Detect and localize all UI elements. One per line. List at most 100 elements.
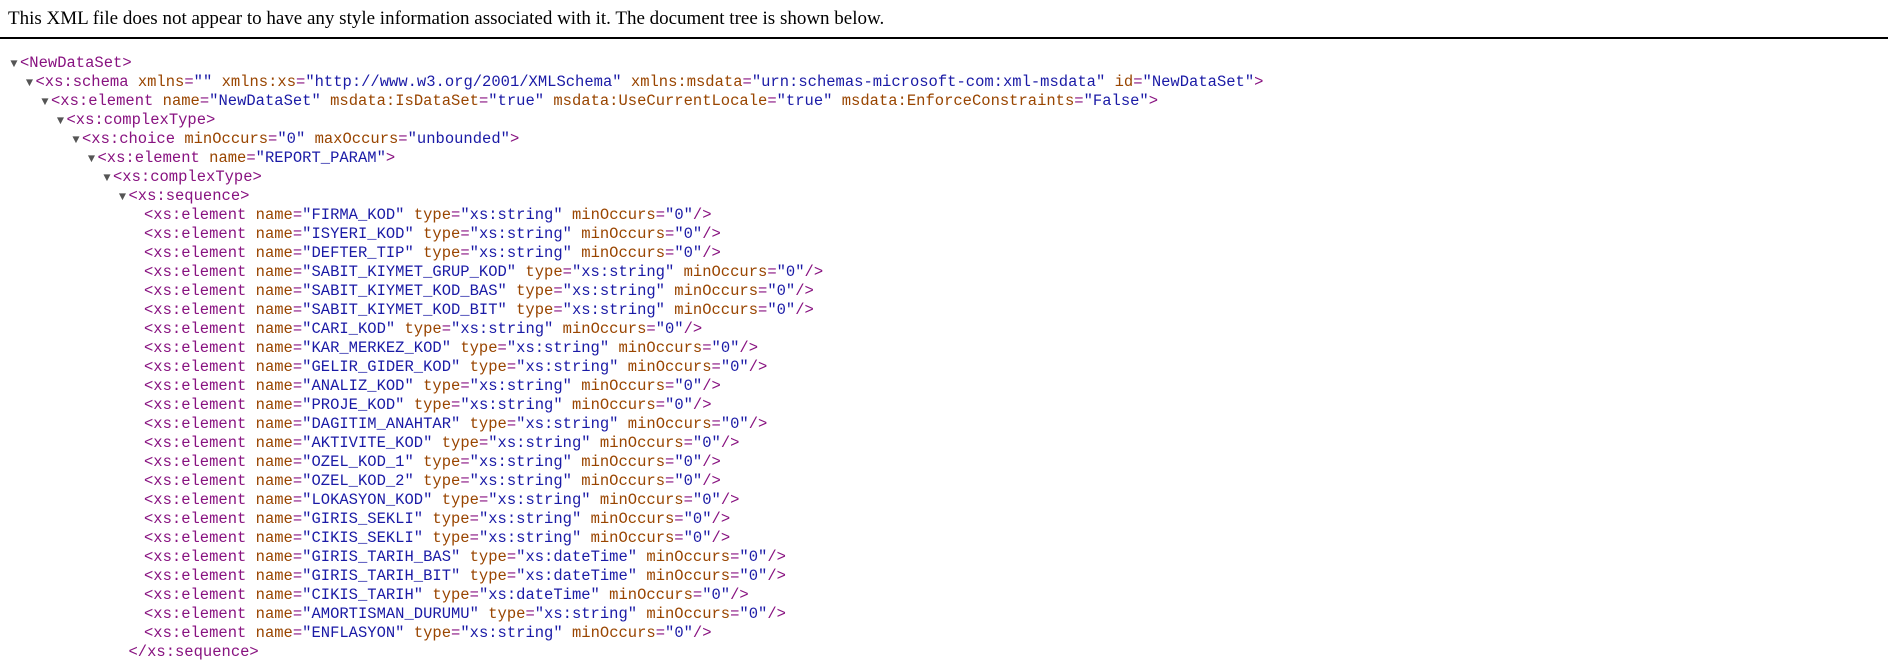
xml-attr-value: "0"	[674, 244, 703, 262]
xml-tag-name: <xs:element	[144, 301, 247, 319]
xml-attr-value: "0"	[683, 510, 712, 528]
xml-tree-line: <xs:element name="OZEL_KOD_1" type="xs:s…	[8, 453, 1263, 472]
xml-attr-name: minOccurs	[627, 415, 712, 433]
xml-equals: =	[562, 263, 572, 281]
xml-equals: =	[742, 73, 752, 91]
xml-attr-value: "GIRIS_TARIH_BAS"	[302, 548, 461, 566]
xml-attr-value: "0"	[739, 567, 768, 585]
xml-tag-close: />	[702, 453, 721, 471]
collapse-toggle-icon[interactable]: ▼	[39, 93, 51, 112]
xml-tag-name: <xs:element	[144, 548, 247, 566]
xml-attr-name: xmlns:xs	[221, 73, 296, 91]
xml-attr-value: "REPORT_PARAM"	[255, 149, 386, 167]
xml-tag-close: />	[748, 358, 768, 376]
xml-attr-value: "0"	[739, 548, 768, 566]
xml-tag-close: />	[804, 263, 824, 281]
xml-info-banner: This XML file does not appear to have an…	[0, 0, 1888, 39]
xml-attr-name: minOccurs	[562, 320, 647, 338]
xml-attr-value: "xs:dateTime"	[516, 548, 638, 566]
xml-equals: =	[665, 377, 675, 395]
xml-equals: =	[506, 358, 517, 376]
xml-attr-name: type	[469, 358, 507, 376]
xml-attr-value: "xs:string"	[469, 244, 572, 262]
collapse-toggle-icon[interactable]: ▼	[70, 131, 82, 150]
xml-equals: =	[451, 206, 461, 224]
xml-equals: =	[683, 491, 693, 509]
xml-equals: =	[292, 567, 303, 585]
xml-tag-close: />	[702, 472, 721, 490]
xml-attr-value: "NewDataSet"	[1142, 73, 1255, 91]
xml-attr-name: name	[255, 225, 293, 243]
xml-tree-line: <xs:element name="CIKIS_SEKLI" type="xs:…	[8, 529, 1263, 548]
xml-equals: =	[292, 586, 303, 604]
xml-attr-name: minOccurs	[683, 263, 768, 281]
collapse-toggle-icon[interactable]: ▼	[55, 112, 67, 131]
xml-attr-value: "0"	[655, 320, 684, 338]
xml-attr-name: msdata:IsDataSet	[330, 92, 479, 110]
xml-attr-value: "0"	[277, 130, 306, 148]
xml-equals: =	[292, 320, 303, 338]
xml-attr-name: minOccurs	[618, 339, 703, 357]
xml-tree-line: ▼ <xs:element name="REPORT_PARAM">	[8, 149, 1263, 168]
xml-equals: =	[292, 548, 303, 566]
xml-attr-name: name	[255, 244, 293, 262]
xml-attr-value: "GIRIS_TARIH_BIT"	[302, 567, 461, 585]
xml-tag-close: />	[795, 282, 814, 300]
xml-equals: =	[292, 415, 303, 433]
xml-attr-value: "xs:string"	[488, 491, 591, 509]
xml-tag-close: />	[711, 529, 731, 547]
xml-tag-name: <xs:element	[144, 225, 247, 243]
xml-equals: =	[292, 453, 303, 471]
xml-equals: =	[292, 301, 303, 319]
xml-tag-name: <xs:element	[144, 529, 247, 547]
xml-tree-line: <xs:element name="AMORTISMAN_DURUMU" typ…	[8, 605, 1263, 624]
xml-tree-line: <xs:element name="ANALIZ_KOD" type="xs:s…	[8, 377, 1263, 396]
xml-equals: =	[702, 339, 712, 357]
xml-attr-value: "xs:string"	[562, 282, 665, 300]
xml-tree-line: ▼ <xs:schema xmlns="" xmlns:xs="http://ww…	[8, 73, 1264, 93]
xml-attr-value: ""	[193, 73, 213, 91]
xml-tag-close: />	[739, 339, 759, 357]
xml-attr-name: id	[1114, 73, 1134, 91]
xml-attr-name: xmlns	[137, 73, 185, 91]
xml-attr-value: "0"	[720, 358, 749, 376]
xml-tag-close: />	[767, 605, 786, 623]
xml-attr-name: name	[255, 263, 293, 281]
xml-equals: =	[665, 472, 675, 490]
xml-tag-name: <xs:element	[144, 586, 247, 604]
xml-equals: =	[767, 92, 777, 110]
xml-tag-name: <xs:schema	[35, 73, 129, 91]
xml-attr-value: "0"	[692, 491, 721, 509]
xml-tree-line: <xs:element name="CARI_KOD" type="xs:str…	[8, 320, 1263, 339]
collapse-toggle-icon[interactable]: ▼	[86, 150, 98, 169]
xml-attr-value: "FIRMA_KOD"	[302, 206, 405, 224]
xml-attr-name: minOccurs	[571, 624, 656, 642]
xml-attr-name: type	[469, 567, 507, 585]
xml-attr-name: name	[255, 415, 293, 433]
xml-equals: =	[665, 244, 675, 262]
xml-attr-value: "xs:string"	[516, 358, 619, 376]
xml-attr-name: minOccurs	[674, 301, 759, 319]
xml-info-message: This XML file does not appear to have an…	[8, 8, 885, 29]
xml-attr-value: "0"	[692, 434, 721, 452]
collapse-toggle-icon[interactable]: ▼	[24, 74, 36, 93]
xml-attr-name: minOccurs	[590, 529, 675, 547]
xml-equals: =	[506, 567, 517, 585]
xml-attr-name: type	[423, 453, 461, 471]
xml-attr-name: name	[255, 586, 293, 604]
collapse-toggle-icon[interactable]: ▼	[117, 188, 129, 207]
xml-attr-value: "xs:string"	[516, 415, 619, 433]
xml-tree-line: <xs:element name="KAR_MERKEZ_KOD" type="…	[8, 339, 1263, 358]
xml-equals: =	[506, 548, 517, 566]
xml-attr-value: "true"	[776, 92, 833, 110]
collapse-toggle-icon[interactable]: ▼	[101, 169, 113, 188]
xml-attr-value: "ANALIZ_KOD"	[302, 377, 414, 395]
xml-equals: =	[460, 225, 470, 243]
xml-attr-name: type	[423, 244, 461, 262]
xml-attr-name: type	[423, 377, 461, 395]
xml-attr-name: minOccurs	[581, 225, 665, 243]
xml-attr-name: xmlns:msdata	[630, 73, 743, 91]
xml-tag-name: <xs:element	[144, 339, 247, 357]
xml-equals: =	[292, 472, 303, 490]
collapse-toggle-icon[interactable]: ▼	[8, 55, 20, 74]
